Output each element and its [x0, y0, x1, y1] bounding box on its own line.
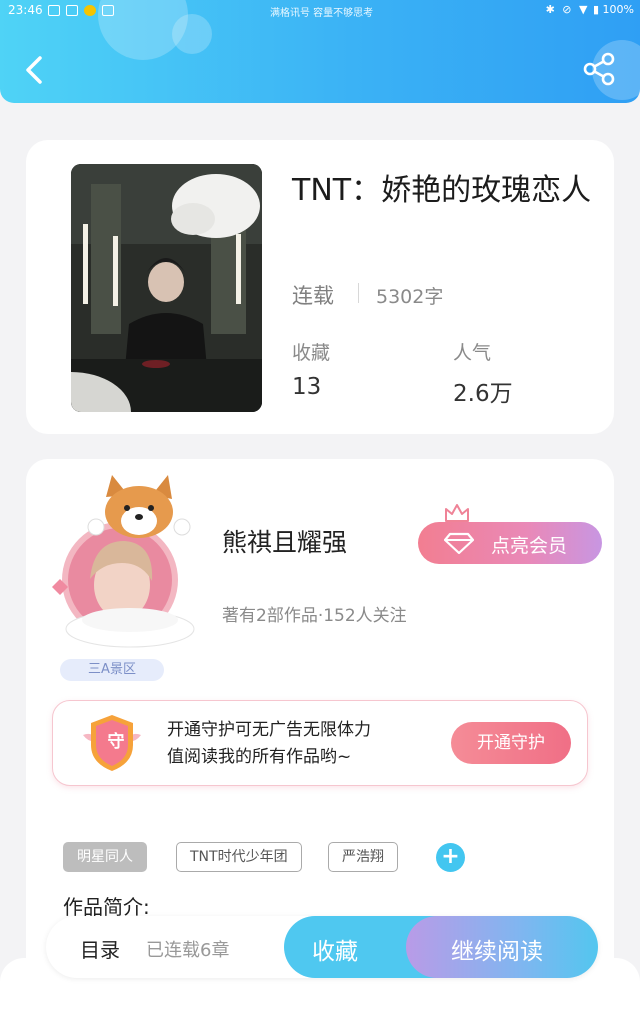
author-avatar[interactable]: 三A景区 — [46, 467, 214, 687]
share-icon — [583, 52, 615, 86]
status-right: ✱ ⊘ ▼ ▮ 100% — [546, 3, 634, 16]
author-badge: 三A景区 — [88, 662, 136, 677]
gallery-icon — [66, 5, 78, 16]
wifi-icon: ▼ — [579, 3, 588, 16]
divider — [358, 283, 359, 303]
status-time: 23:46 — [8, 3, 43, 17]
popularity-label: 人气 — [453, 342, 492, 364]
book-title: TNT：娇艳的玫瑰恋人 — [292, 173, 592, 208]
top-header: 23:46 满格讯号 容量不够思考 ✱ ⊘ ▼ ▮ 100% — [0, 0, 640, 103]
book-cover-image[interactable] — [71, 164, 262, 412]
author-stats: 著有2部作品·152人关注 — [222, 606, 407, 626]
continue-reading-button[interactable]: 继续阅读 — [406, 916, 598, 978]
battery-icon: ▮ — [592, 3, 600, 16]
avatar-illustration — [52, 475, 195, 681]
tag-chip[interactable]: 严浩翔 — [328, 842, 398, 872]
favorite-button-label: 收藏 — [312, 939, 358, 965]
cover-illustration — [71, 164, 262, 412]
diamond-icon — [444, 532, 474, 554]
guard-icon-char: 守 — [107, 732, 125, 752]
app-icon — [84, 5, 96, 16]
back-button[interactable] — [24, 56, 46, 84]
notification-icon — [48, 5, 60, 16]
tag-chip[interactable]: TNT时代少年团 — [176, 842, 302, 872]
vip-button-label: 点亮会员 — [491, 535, 568, 557]
book-info-card: TNT：娇艳的玫瑰恋人 连载 5302字 收藏 13 人气 2.6万 — [26, 140, 614, 434]
vip-member-button[interactable]: 点亮会员 — [418, 522, 602, 564]
popularity-count: 2.6万 — [453, 381, 513, 407]
status-carrier: 满格讯号 容量不够思考 — [270, 8, 374, 19]
add-tag-button[interactable]: + — [436, 843, 465, 872]
toc-button[interactable]: 目录 — [80, 934, 120, 963]
bottom-action-bar: 目录 已连载6章 收藏 继续阅读 — [46, 916, 598, 978]
status-bar: 23:46 满格讯号 容量不够思考 ✱ ⊘ ▼ ▮ 100% — [0, 0, 640, 22]
guard-text-line2: 值阅读我的所有作品哟~ — [167, 747, 352, 767]
continue-reading-label: 继续阅读 — [451, 939, 543, 965]
mute-icon: ⊘ — [562, 3, 572, 16]
bluetooth-icon: ✱ — [545, 3, 555, 16]
serial-status: 连载 — [292, 284, 334, 308]
guard-description: 开通守护可无广告无限体力 值阅读我的所有作品哟~ — [167, 717, 417, 771]
chevron-left-icon — [26, 56, 42, 84]
battery-level: 100% — [602, 3, 634, 16]
tag-chip[interactable]: 明星同人 — [63, 842, 147, 872]
guard-text-line1: 开通守护可无广告无限体力 — [167, 720, 371, 740]
chapter-count: 已连载6章 — [146, 940, 230, 961]
author-name: 熊祺且耀强 — [222, 528, 348, 557]
word-count: 5302字 — [376, 286, 444, 308]
guard-promo-box: 守 开通守护可无广告无限体力 值阅读我的所有作品哟~ 开通守护 — [52, 700, 588, 786]
open-guard-button[interactable]: 开通守护 — [451, 722, 571, 764]
favorites-count: 13 — [292, 374, 322, 400]
crown-icon — [445, 504, 469, 522]
photo-icon — [102, 5, 114, 16]
favorites-label: 收藏 — [292, 342, 331, 364]
share-button[interactable] — [583, 52, 617, 86]
